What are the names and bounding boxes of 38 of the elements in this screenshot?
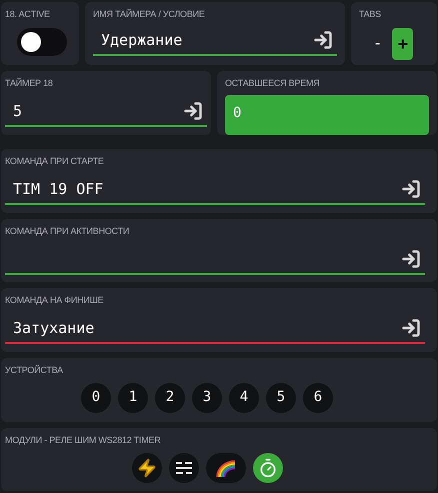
module-button[interactable]: [252, 452, 282, 482]
card-label: ТАЙМЕР 18: [5, 77, 54, 90]
card-label: ИМЯ ТАЙМЕРА / УСЛОВИЕ: [93, 8, 206, 20]
time-display: 0: [225, 95, 429, 136]
module-button[interactable]: [168, 452, 198, 482]
card-label: КОМАНДА НА ФИНИШЕ: [5, 294, 104, 306]
device-button[interactable]: 0: [81, 382, 111, 413]
input-field[interactable]: 5: [5, 97, 207, 128]
enter-icon[interactable]: [401, 179, 421, 200]
card-label: КОМАНДА ПРИ СТАРТЕ: [5, 155, 105, 168]
enter-icon[interactable]: [183, 101, 203, 122]
device-button[interactable]: 2: [155, 382, 185, 413]
enter-icon[interactable]: [313, 30, 333, 50]
minus-button[interactable]: -: [375, 36, 380, 52]
toggle-switch[interactable]: [17, 28, 67, 56]
input-field[interactable]: Удержание: [93, 26, 337, 56]
card-label: МОДУЛИ - РЕЛЕ ШИМ WS2812 TIMER: [5, 434, 162, 446]
card-label: КОМАНДА ПРИ АКТИВНОСТИ: [5, 224, 130, 237]
plus-button[interactable]: +: [392, 28, 414, 60]
card-label: УСТРОЙСТВА: [5, 364, 64, 376]
device-button[interactable]: 5: [266, 382, 296, 413]
sliders-icon: [176, 460, 192, 474]
input-field[interactable]: TIM 19 OFF: [5, 175, 425, 206]
device-button[interactable]: 6: [303, 382, 333, 413]
device-button[interactable]: 4: [229, 382, 259, 413]
lightning-icon: [136, 458, 156, 478]
card-label: ОСТАВШЕЕСЯ ВРЕМЯ: [225, 77, 321, 90]
device-button[interactable]: 1: [118, 382, 148, 413]
module-button[interactable]: [132, 452, 162, 482]
input-field[interactable]: Затухание: [5, 314, 425, 344]
enter-icon[interactable]: [401, 248, 421, 269]
card-label: TABS: [359, 8, 382, 20]
rainbow-icon: [214, 458, 236, 476]
module-button[interactable]: [206, 452, 246, 482]
stopwatch-icon: [258, 458, 278, 478]
card-label: 18. ACTIVE: [5, 8, 51, 20]
enter-icon[interactable]: [401, 318, 421, 338]
device-button[interactable]: 3: [192, 382, 222, 413]
